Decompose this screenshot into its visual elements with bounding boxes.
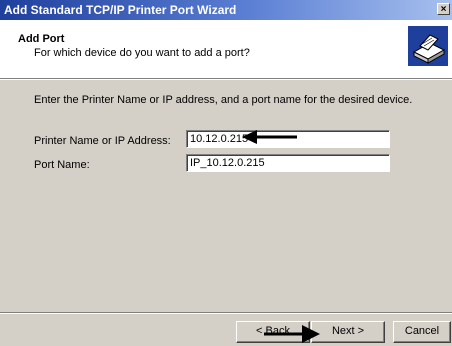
header-divider (0, 79, 452, 80)
annotation-arrow-left-icon (242, 130, 297, 144)
instruction-text: Enter the Printer Name or IP address, an… (34, 94, 413, 106)
window-title: Add Standard TCP/IP Printer Port Wizard (4, 3, 237, 17)
cancel-button[interactable]: Cancel (393, 321, 451, 343)
title-bar: Add Standard TCP/IP Printer Port Wizard … (0, 0, 452, 20)
wizard-header: Add Port For which device do you want to… (0, 20, 452, 79)
port-name-input[interactable]: IP_10.12.0.215 (186, 154, 390, 172)
close-button[interactable]: × (437, 3, 450, 15)
annotation-arrow-right-icon (264, 325, 320, 343)
footer-divider-highlight (0, 313, 452, 314)
header-subtitle: For which device do you want to add a po… (34, 47, 250, 59)
header-title: Add Port (18, 33, 65, 45)
printer-port-icon (408, 26, 448, 66)
printer-name-label: Printer Name or IP Address: (34, 135, 171, 147)
port-name-label: Port Name: (34, 159, 90, 171)
